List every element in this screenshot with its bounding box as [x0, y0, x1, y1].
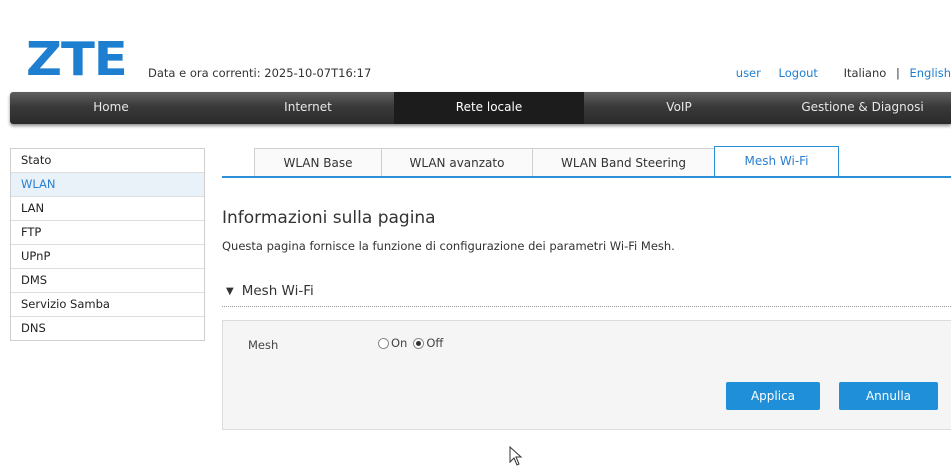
nav-internet[interactable]: Internet	[212, 92, 404, 124]
sidebar-item-dms[interactable]: DMS	[11, 269, 204, 293]
tab-wlan-band-steering[interactable]: WLAN Band Steering	[532, 148, 715, 176]
section-header-mesh-wifi[interactable]: ▼ Mesh Wi-Fi	[226, 283, 314, 299]
sidebar-item-lan[interactable]: LAN	[11, 197, 204, 221]
sidebar-item-ftp[interactable]: FTP	[11, 221, 204, 245]
tab-mesh-wifi[interactable]: Mesh Wi-Fi	[714, 146, 839, 176]
section-title: Mesh Wi-Fi	[241, 283, 314, 299]
nav-rete-locale[interactable]: Rete locale	[394, 92, 584, 124]
page-description: Questa pagina fornisce la funzione di co…	[222, 239, 675, 253]
page-title: Informazioni sulla pagina	[222, 208, 436, 228]
triangle-down-icon: ▼	[226, 286, 234, 297]
tabs-underline	[222, 176, 951, 178]
zte-logo: ZTE	[26, 32, 128, 86]
language-separator: |	[895, 66, 900, 80]
user-link[interactable]: user	[736, 66, 761, 80]
language-italian[interactable]: Italiano	[844, 66, 887, 80]
mesh-label: Mesh	[248, 338, 279, 352]
sidebar-item-stato[interactable]: Stato	[11, 149, 204, 173]
nav-home[interactable]: Home	[10, 92, 212, 124]
mesh-settings-panel	[222, 320, 951, 430]
mouse-cursor-icon	[509, 446, 523, 466]
language-english[interactable]: English	[909, 66, 951, 80]
tab-wlan-avanzato[interactable]: WLAN avanzato	[381, 148, 533, 176]
mesh-off-label: Off	[426, 336, 444, 350]
tab-wlan-base[interactable]: WLAN Base	[254, 148, 382, 176]
sidebar-item-upnp[interactable]: UPnP	[11, 245, 204, 269]
nav-voip[interactable]: VoIP	[584, 92, 774, 124]
logout-link[interactable]: Logout	[779, 66, 818, 80]
datetime-label: Data e ora correnti:	[148, 66, 261, 80]
mesh-radio-group: On Off	[378, 336, 449, 350]
sidebar-item-servizio-samba[interactable]: Servizio Samba	[11, 293, 204, 317]
nav-gestione-diagnosi[interactable]: Gestione & Diagnosi	[774, 92, 951, 124]
cancel-button[interactable]: Annulla	[839, 382, 938, 410]
mesh-on-radio[interactable]	[378, 337, 389, 349]
sidebar-item-wlan[interactable]: WLAN	[11, 173, 204, 197]
current-datetime: Data e ora correnti: 2025-10-07T16:17	[148, 66, 371, 80]
sidebar: Stato WLAN LAN FTP UPnP DMS Servizio Sam…	[10, 148, 205, 341]
mesh-off-radio[interactable]	[413, 337, 425, 349]
apply-button[interactable]: Applica	[726, 382, 820, 410]
top-links: user Logout Italiano | English	[736, 66, 951, 80]
section-divider	[222, 306, 951, 307]
mesh-on-label: On	[391, 336, 408, 350]
sidebar-item-dns[interactable]: DNS	[11, 317, 204, 340]
main-nav: Home Internet Rete locale VoIP Gestione …	[10, 92, 951, 124]
datetime-value: 2025-10-07T16:17	[264, 66, 372, 80]
